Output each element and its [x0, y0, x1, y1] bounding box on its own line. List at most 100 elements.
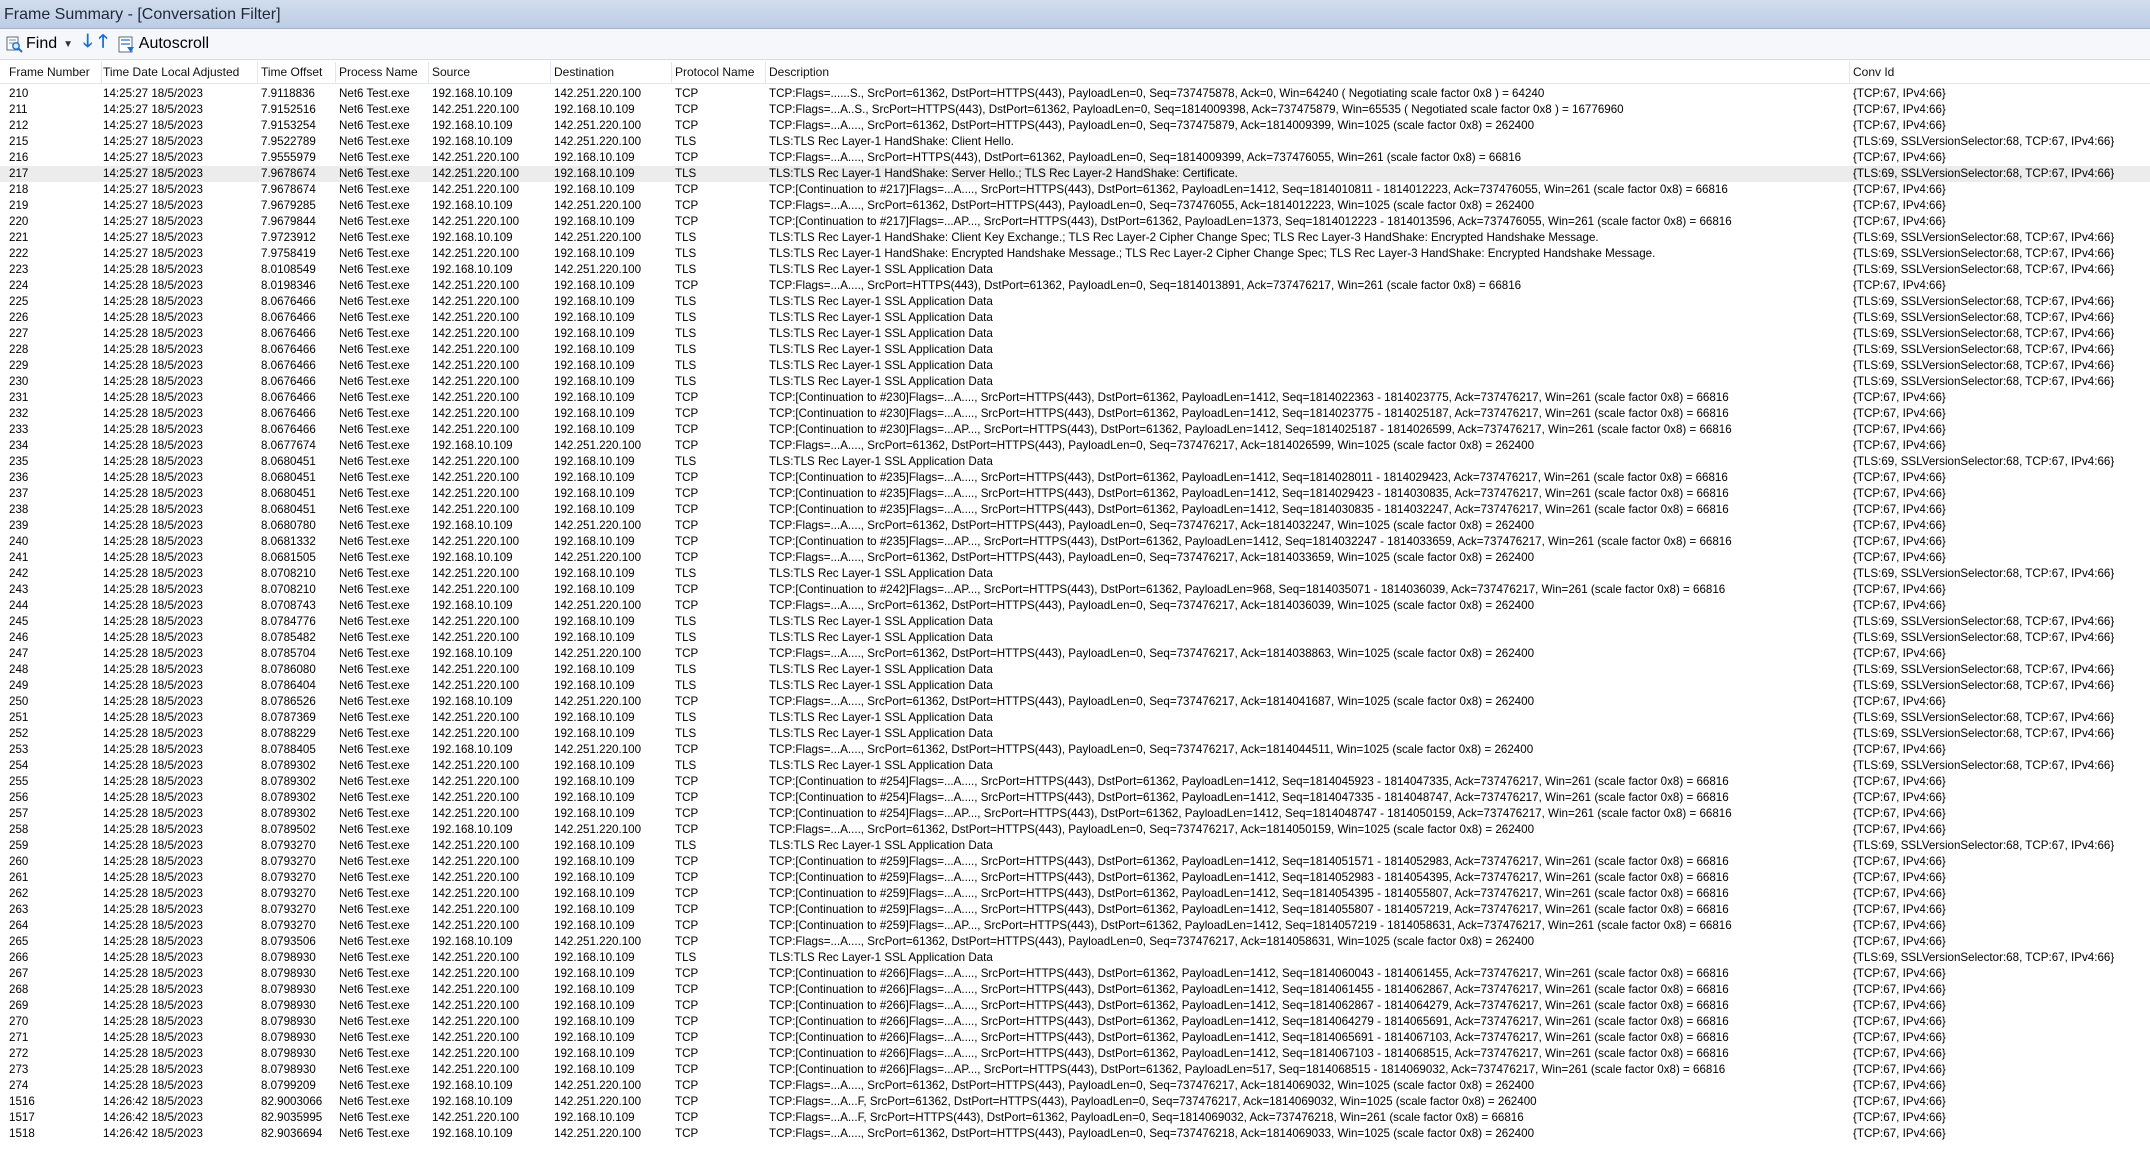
protocol-name-cell: TCP: [675, 775, 699, 788]
table-row[interactable]: 246 14:25:28 18/5/2023 8.0785482 Net6 Test.…: [0, 630, 2150, 646]
table-row[interactable]: 220 14:25:27 18/5/2023 7.9679844 Net6 Test.…: [0, 214, 2150, 230]
table-row[interactable]: 261 14:25:28 18/5/2023 8.0793270 Net6 Test.…: [0, 870, 2150, 886]
table-row[interactable]: 226 14:25:28 18/5/2023 8.0676466 Net6 Test.…: [0, 310, 2150, 326]
process-name-cell: Net6 Test.exe: [339, 615, 410, 628]
time-date-cell: 14:25:28 18/5/2023: [103, 631, 203, 644]
column-header-frame-number[interactable]: Frame Number: [6, 62, 102, 83]
table-row[interactable]: 211 14:25:27 18/5/2023 7.9152516 Net6 Test.…: [0, 102, 2150, 118]
table-row[interactable]: 252 14:25:28 18/5/2023 8.0788229 Net6 Test.…: [0, 726, 2150, 742]
table-row[interactable]: 242 14:25:28 18/5/2023 8.0708210 Net6 Test.…: [0, 566, 2150, 582]
table-row[interactable]: 265 14:25:28 18/5/2023 8.0793506 Net6 Test.…: [0, 934, 2150, 950]
table-row[interactable]: 272 14:25:28 18/5/2023 8.0798930 Net6 Test.…: [0, 1046, 2150, 1062]
table-row[interactable]: 248 14:25:28 18/5/2023 8.0786080 Net6 Test.…: [0, 662, 2150, 678]
table-row[interactable]: 240 14:25:28 18/5/2023 8.0681332 Net6 Test.…: [0, 534, 2150, 550]
destination-cell: 142.251.220.100: [554, 935, 642, 948]
table-row[interactable]: 270 14:25:28 18/5/2023 8.0798930 Net6 Test.…: [0, 1014, 2150, 1030]
table-row[interactable]: 212 14:25:27 18/5/2023 7.9153254 Net6 Test.…: [0, 118, 2150, 134]
column-header-time-offset[interactable]: Time Offset: [258, 62, 336, 83]
table-row[interactable]: 249 14:25:28 18/5/2023 8.0786404 Net6 Test.…: [0, 678, 2150, 694]
source-cell: 142.251.220.100: [432, 615, 520, 628]
table-row[interactable]: 234 14:25:28 18/5/2023 8.0677674 Net6 Test.…: [0, 438, 2150, 454]
table-row[interactable]: 1517 14:26:42 18/5/2023 82.9035995 Net6 Tes…: [0, 1110, 2150, 1126]
table-row[interactable]: 267 14:25:28 18/5/2023 8.0798930 Net6 Test.…: [0, 966, 2150, 982]
table-row[interactable]: 264 14:25:28 18/5/2023 8.0793270 Net6 Test.…: [0, 918, 2150, 934]
table-row[interactable]: 232 14:25:28 18/5/2023 8.0676466 Net6 Test.…: [0, 406, 2150, 422]
column-header-protocol-name[interactable]: Protocol Name: [672, 62, 766, 83]
source-cell: 192.168.10.109: [432, 647, 513, 660]
table-row[interactable]: 222 14:25:27 18/5/2023 7.9758419 Net6 Test.…: [0, 246, 2150, 262]
table-row[interactable]: 274 14:25:28 18/5/2023 8.0799209 Net6 Test.…: [0, 1078, 2150, 1094]
table-row[interactable]: 216 14:25:27 18/5/2023 7.9555979 Net6 Test.…: [0, 150, 2150, 166]
time-offset-cell: 82.9036694: [261, 1127, 323, 1140]
table-row[interactable]: 210 14:25:27 18/5/2023 7.9118836 Net6 Test.…: [0, 86, 2150, 102]
table-row[interactable]: 225 14:25:28 18/5/2023 8.0676466 Net6 Test.…: [0, 294, 2150, 310]
table-row[interactable]: 247 14:25:28 18/5/2023 8.0785704 Net6 Test.…: [0, 646, 2150, 662]
table-row[interactable]: 268 14:25:28 18/5/2023 8.0798930 Net6 Test.…: [0, 982, 2150, 998]
table-row[interactable]: 228 14:25:28 18/5/2023 8.0676466 Net6 Test.…: [0, 342, 2150, 358]
table-row[interactable]: 263 14:25:28 18/5/2023 8.0793270 Net6 Test.…: [0, 902, 2150, 918]
table-row[interactable]: 254 14:25:28 18/5/2023 8.0789302 Net6 Test.…: [0, 758, 2150, 774]
table-row[interactable]: 227 14:25:28 18/5/2023 8.0676466 Net6 Test.…: [0, 326, 2150, 342]
table-row[interactable]: 271 14:25:28 18/5/2023 8.0798930 Net6 Test.…: [0, 1030, 2150, 1046]
chevron-down-icon[interactable]: ▼: [63, 39, 73, 50]
table-row[interactable]: 250 14:25:28 18/5/2023 8.0786526 Net6 Test.…: [0, 694, 2150, 710]
table-row[interactable]: 215 14:25:27 18/5/2023 7.9522789 Net6 Test.…: [0, 134, 2150, 150]
table-row[interactable]: 269 14:25:28 18/5/2023 8.0798930 Net6 Test.…: [0, 998, 2150, 1014]
table-row[interactable]: 218 14:25:27 18/5/2023 7.9678674 Net6 Test.…: [0, 182, 2150, 198]
process-name-cell: Net6 Test.exe: [339, 439, 410, 452]
time-date-cell: 14:25:28 18/5/2023: [103, 679, 203, 692]
table-row[interactable]: 243 14:25:28 18/5/2023 8.0708210 Net6 Test.…: [0, 582, 2150, 598]
table-row[interactable]: 217 14:25:27 18/5/2023 7.9678674 Net6 Test.…: [0, 166, 2150, 182]
arrow-up-icon[interactable]: 🡑: [98, 29, 107, 59]
column-header-source[interactable]: Source: [429, 62, 551, 83]
time-date-cell: 14:25:28 18/5/2023: [103, 775, 203, 788]
table-row[interactable]: 231 14:25:28 18/5/2023 8.0676466 Net6 Test.…: [0, 390, 2150, 406]
table-row[interactable]: 1516 14:26:42 18/5/2023 82.9003066 Net6 Tes…: [0, 1094, 2150, 1110]
table-row[interactable]: 223 14:25:28 18/5/2023 8.0108549 Net6 Test.…: [0, 262, 2150, 278]
protocol-name-cell: TCP: [675, 535, 699, 548]
time-date-cell: 14:25:28 18/5/2023: [103, 903, 203, 916]
table-row[interactable]: 259 14:25:28 18/5/2023 8.0793270 Net6 Test.…: [0, 838, 2150, 854]
table-row[interactable]: 255 14:25:28 18/5/2023 8.0789302 Net6 Test.…: [0, 774, 2150, 790]
table-row[interactable]: 262 14:25:28 18/5/2023 8.0793270 Net6 Test.…: [0, 886, 2150, 902]
frame-number-cell: 1516: [9, 1095, 35, 1108]
table-row[interactable]: 229 14:25:28 18/5/2023 8.0676466 Net6 Test.…: [0, 358, 2150, 374]
column-header-destination[interactable]: Destination: [551, 62, 672, 83]
source-cell: 192.168.10.109: [432, 1127, 513, 1140]
table-row[interactable]: 256 14:25:28 18/5/2023 8.0789302 Net6 Test.…: [0, 790, 2150, 806]
autoscroll-button[interactable]: Autoscroll: [114, 31, 213, 57]
table-row[interactable]: 273 14:25:28 18/5/2023 8.0798930 Net6 Test.…: [0, 1062, 2150, 1078]
table-row[interactable]: 1518 14:26:42 18/5/2023 82.9036694 Net6 Tes…: [0, 1126, 2150, 1142]
table-row[interactable]: 236 14:25:28 18/5/2023 8.0680451 Net6 Test.…: [0, 470, 2150, 486]
table-row[interactable]: 253 14:25:28 18/5/2023 8.0788405 Net6 Test.…: [0, 742, 2150, 758]
source-cell: 142.251.220.100: [432, 663, 520, 676]
column-header-conv-id[interactable]: Conv Id: [1850, 62, 2150, 83]
table-row[interactable]: 260 14:25:28 18/5/2023 8.0793270 Net6 Test.…: [0, 854, 2150, 870]
time-date-cell: 14:25:28 18/5/2023: [103, 471, 203, 484]
table-row[interactable]: 257 14:25:28 18/5/2023 8.0789302 Net6 Test.…: [0, 806, 2150, 822]
conv-id-cell: {TLS:69, SSLVersionSelector:68, TCP:67, …: [1853, 759, 2115, 772]
column-header-description[interactable]: Description: [766, 62, 1850, 83]
table-row[interactable]: 237 14:25:28 18/5/2023 8.0680451 Net6 Test.…: [0, 486, 2150, 502]
table-row[interactable]: 266 14:25:28 18/5/2023 8.0798930 Net6 Test.…: [0, 950, 2150, 966]
destination-cell: 192.168.10.109: [554, 951, 635, 964]
column-header-process-name[interactable]: Process Name: [336, 62, 429, 83]
table-row[interactable]: 245 14:25:28 18/5/2023 8.0784776 Net6 Test.…: [0, 614, 2150, 630]
table-row[interactable]: 241 14:25:28 18/5/2023 8.0681505 Net6 Test.…: [0, 550, 2150, 566]
table-row[interactable]: 235 14:25:28 18/5/2023 8.0680451 Net6 Test.…: [0, 454, 2150, 470]
table-row[interactable]: 251 14:25:28 18/5/2023 8.0787369 Net6 Test.…: [0, 710, 2150, 726]
find-button[interactable]: Find ▼: [0, 31, 77, 57]
table-row[interactable]: 239 14:25:28 18/5/2023 8.0680780 Net6 Test.…: [0, 518, 2150, 534]
table-row[interactable]: 238 14:25:28 18/5/2023 8.0680451 Net6 Test.…: [0, 502, 2150, 518]
time-offset-cell: 8.0799209: [261, 1079, 316, 1092]
table-row[interactable]: 230 14:25:28 18/5/2023 8.0676466 Net6 Test.…: [0, 374, 2150, 390]
table-row[interactable]: 224 14:25:28 18/5/2023 8.0198346 Net6 Test.…: [0, 278, 2150, 294]
process-name-cell: Net6 Test.exe: [339, 487, 410, 500]
table-row[interactable]: 258 14:25:28 18/5/2023 8.0789502 Net6 Test.…: [0, 822, 2150, 838]
arrow-down-icon[interactable]: 🡓: [83, 29, 92, 59]
table-row[interactable]: 221 14:25:27 18/5/2023 7.9723912 Net6 Test.…: [0, 230, 2150, 246]
table-row[interactable]: 219 14:25:27 18/5/2023 7.9679285 Net6 Test.…: [0, 198, 2150, 214]
table-row[interactable]: 233 14:25:28 18/5/2023 8.0676466 Net6 Test.…: [0, 422, 2150, 438]
column-header-time-date[interactable]: Time Date Local Adjusted: [100, 62, 258, 83]
table-row[interactable]: 244 14:25:28 18/5/2023 8.0708743 Net6 Test.…: [0, 598, 2150, 614]
